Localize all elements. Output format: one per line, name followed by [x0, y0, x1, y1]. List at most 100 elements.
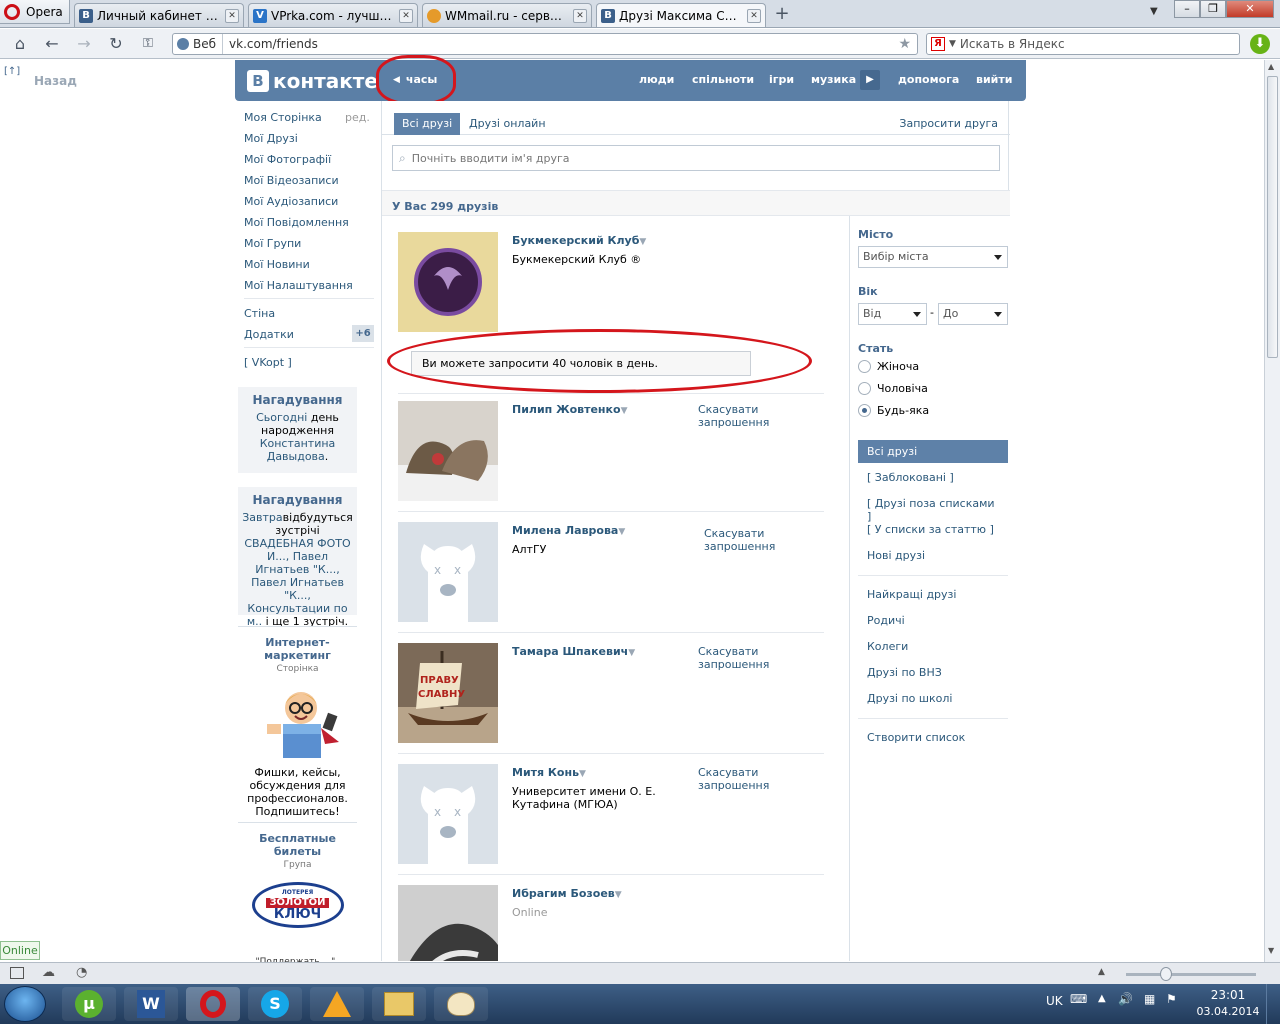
edit-link[interactable]: ред.	[345, 111, 370, 124]
close-window-icon[interactable]: ✕	[1226, 0, 1274, 18]
list-best-friends[interactable]: Найкращі друзі	[858, 583, 1008, 606]
menu-my-news[interactable]: Мої Новини	[244, 258, 310, 271]
avatar[interactable]: ПРАВУ СЛАВНУ	[398, 643, 498, 743]
browser-tab-1[interactable]: В Личный кабинет - Ис... ✕	[74, 3, 244, 27]
scroll-up-icon[interactable]: ▲	[1268, 62, 1274, 71]
list-colleagues[interactable]: Колеги	[858, 635, 1008, 658]
vertical-scrollbar[interactable]: ▲ ▼	[1264, 60, 1280, 962]
tab-all-friends[interactable]: Всі друзі	[394, 113, 461, 135]
dropdown-arrow-icon[interactable]: ▼	[615, 890, 622, 900]
panel-toggle-icon[interactable]	[10, 967, 24, 979]
nav-people[interactable]: люди	[639, 73, 674, 86]
ad-internet-marketing[interactable]: Интернет-маркетинг Сторінка Фишки, кейсы…	[238, 636, 357, 818]
default-dog-avatar-icon[interactable]: x x	[398, 764, 498, 864]
invite-friend-link[interactable]: Запросити друга	[891, 113, 1006, 135]
show-desktop-button[interactable]	[1266, 984, 1280, 1024]
opera-menu-button[interactable]: Opera	[0, 0, 70, 24]
default-dog-avatar-icon[interactable]: x x	[398, 522, 498, 622]
cloud-icon[interactable]: ☁	[42, 965, 55, 980]
menu-my-photos[interactable]: Мої Фотографії	[244, 153, 331, 166]
gender-any-radio[interactable]: Будь-яка	[858, 404, 929, 417]
avatar[interactable]	[398, 401, 498, 501]
menu-my-videos[interactable]: Мої Відеозаписи	[244, 174, 339, 187]
speed-dial-icon[interactable]: ◔	[76, 965, 87, 980]
friend-name[interactable]: Милена Лаврова▼	[512, 524, 625, 537]
cancel-request-link[interactable]: Скасувати запрошення	[704, 527, 784, 553]
skype-taskbar-icon[interactable]: S	[248, 987, 302, 1021]
menu-my-audio[interactable]: Мої Аудіозаписи	[244, 195, 338, 208]
aimp-taskbar-icon[interactable]	[310, 987, 364, 1021]
create-list-link[interactable]: Створити список	[858, 726, 1008, 749]
dropdown-arrow-icon[interactable]: ▼	[628, 648, 635, 658]
list-by-gender[interactable]: [ У списки за статтю ]	[858, 518, 1008, 541]
network-icon[interactable]: ▦	[1144, 992, 1155, 1006]
reload-icon[interactable]: ↻	[106, 34, 126, 54]
vkopt-link[interactable]: [ VKopt ]	[244, 356, 292, 369]
key-icon[interactable]: ⚿	[138, 34, 158, 54]
address-bar[interactable]: Веб vk.com/friends ★	[172, 33, 918, 55]
tab-friends-online[interactable]: Друзі онлайн	[461, 113, 554, 135]
search-engine-chevron-icon[interactable]: ▼	[949, 39, 956, 49]
scroll-down-icon[interactable]: ▼	[1268, 946, 1274, 955]
list-university-friends[interactable]: Друзі по ВНЗ	[858, 661, 1008, 684]
scrollbar-thumb[interactable]	[1267, 76, 1278, 358]
url-text[interactable]: vk.com/friends	[223, 37, 898, 51]
friend-search-input[interactable]: ⌕ Почніть вводити ім'я друга	[392, 145, 1000, 171]
clock-date[interactable]: 03.04.2014	[1196, 1005, 1260, 1018]
avatar[interactable]	[398, 885, 498, 961]
list-new-friends[interactable]: Нові друзі	[858, 544, 1008, 567]
home-icon[interactable]: ⌂	[10, 34, 30, 54]
yandex-search-field[interactable]: Я ▼ Искать в Яндекс	[926, 33, 1240, 55]
restore-window-icon[interactable]: ❐	[1200, 0, 1226, 18]
browser-tab-3[interactable]: WMmail.ru - сервис п... ✕	[422, 3, 592, 27]
close-tab-icon[interactable]: ✕	[573, 8, 587, 23]
explorer-taskbar-icon[interactable]	[372, 987, 426, 1021]
menu-my-messages[interactable]: Мої Повідомлення	[244, 216, 349, 229]
reminder-tomorrow-link[interactable]: Завтра	[242, 511, 282, 524]
browser-tab-2[interactable]: V VPrka.com - лучшая б... ✕	[248, 3, 418, 27]
keyboard-icon[interactable]: ⌨	[1070, 992, 1087, 1006]
age-from-select[interactable]: Від	[858, 303, 927, 325]
friend-name[interactable]: Букмекерский Клуб▼	[512, 234, 646, 247]
new-tab-icon[interactable]: +	[772, 5, 792, 23]
ad-free-tickets[interactable]: Бесплатные билеты Група ЛОТЕРЕЯ ЗОЛОТОЙ …	[238, 832, 357, 928]
volume-icon[interactable]: 🔊	[1118, 992, 1133, 1006]
vk-logo[interactable]: В контакте	[247, 68, 378, 94]
menu-wall[interactable]: Стіна	[244, 307, 275, 320]
dropdown-arrow-icon[interactable]: ▼	[579, 769, 586, 779]
nav-help[interactable]: допомога	[898, 73, 959, 86]
web-search-toggle[interactable]: Веб	[173, 34, 224, 54]
cancel-request-link[interactable]: Скасувати запрошення	[698, 766, 824, 792]
friend-name[interactable]: Пилип Жовтенко▼	[512, 403, 627, 416]
menu-my-settings[interactable]: Мої Налаштування	[244, 279, 353, 292]
word-taskbar-icon[interactable]: W	[124, 987, 178, 1021]
windows-start-button[interactable]	[4, 986, 46, 1022]
friend-name[interactable]: Тамара Шпакевич▼	[512, 645, 635, 658]
nav-logout[interactable]: вийти	[976, 73, 1012, 86]
back-to-top-icon[interactable]: [↑]	[4, 66, 20, 77]
list-relatives[interactable]: Родичі	[858, 609, 1008, 632]
browser-tab-4-active[interactable]: В Друзі Максима Степо... ✕	[596, 3, 766, 27]
list-blocked[interactable]: [ Заблоковані ]	[858, 466, 1008, 489]
menu-my-page[interactable]: Моя Сторінка	[244, 111, 322, 124]
forward-arrow-icon[interactable]: →	[74, 34, 94, 54]
music-play-icon[interactable]: ▶	[860, 70, 880, 90]
menu-my-groups[interactable]: Мої Групи	[244, 237, 301, 250]
gender-female-radio[interactable]: Жіноча	[858, 360, 919, 373]
close-tab-icon[interactable]: ✕	[225, 8, 239, 23]
dropdown-arrow-icon[interactable]: ▼	[639, 237, 646, 247]
tray-chevron-icon[interactable]: ▲	[1098, 993, 1106, 1004]
paint-taskbar-icon[interactable]	[434, 987, 488, 1021]
tab-list-chevron-icon[interactable]: ▼	[1150, 6, 1158, 17]
nav-music[interactable]: музика	[811, 73, 856, 86]
zoom-up-icon[interactable]: ▲	[1098, 967, 1105, 977]
flag-icon[interactable]: ⚑	[1166, 992, 1177, 1006]
zoom-slider-thumb[interactable]	[1160, 967, 1172, 981]
language-indicator[interactable]: UK	[1046, 994, 1063, 1008]
friend-name[interactable]: Митя Конь▼	[512, 766, 586, 779]
utorrent-taskbar-icon[interactable]: µ	[62, 987, 116, 1021]
cancel-request-link[interactable]: Скасувати запрошення	[698, 645, 824, 671]
dropdown-arrow-icon[interactable]: ▼	[618, 527, 625, 537]
minimize-window-icon[interactable]: –	[1174, 0, 1200, 18]
close-tab-icon[interactable]: ✕	[747, 8, 761, 23]
